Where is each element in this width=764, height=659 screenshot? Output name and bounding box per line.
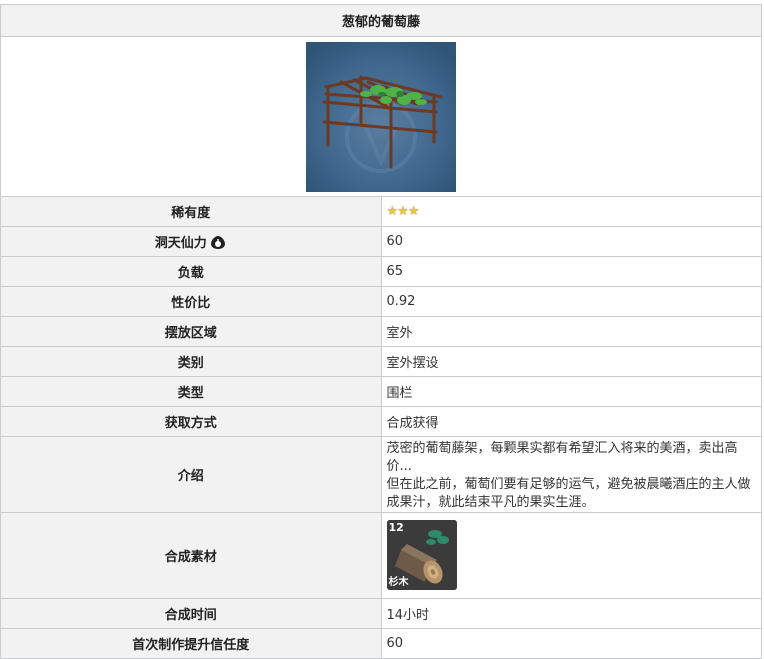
grape-trellis-image [306, 41, 456, 192]
craft-time-label: 合成时间 [0, 598, 382, 629]
placement-label: 摆放区域 [0, 316, 382, 347]
trust-label: 首次制作提升信任度 [0, 628, 382, 659]
source-label: 获取方式 [0, 406, 382, 437]
infobox-table: 葱郁的葡萄藤 稀有度 ★★★ 洞天仙力 60 负载 65 性价比 0.92 摆放… [0, 4, 762, 659]
materials-cell: 12 杉木 [380, 512, 762, 599]
materials-label: 合成素材 [0, 512, 382, 599]
material-count: 12 [388, 521, 404, 534]
load-value: 65 [380, 256, 762, 287]
adeptal-energy-value: 60 [380, 226, 762, 257]
trust-value: 60 [380, 628, 762, 659]
category-value: 室外摆设 [380, 346, 762, 377]
placement-value: 室外 [380, 316, 762, 347]
rarity-label: 稀有度 [0, 196, 382, 227]
load-label: 负载 [0, 256, 382, 287]
intro-line-1: 茂密的葡萄藤架，每颗果实都有希望汇入将来的美酒，卖出高价... [386, 441, 738, 474]
intro-text: 茂密的葡萄藤架，每颗果实都有希望汇入将来的美酒，卖出高价... 但在此之前，葡萄… [380, 436, 762, 513]
type-label: 类型 [0, 376, 382, 407]
material-fir-wood-card[interactable]: 12 杉木 [386, 520, 457, 590]
cost-ratio-label: 性价比 [0, 286, 382, 317]
intro-label: 介绍 [0, 436, 382, 513]
adeptal-energy-icon [210, 236, 225, 250]
adeptal-energy-label: 洞天仙力 [154, 235, 207, 251]
craft-time-value: 14小时 [380, 598, 762, 629]
category-label: 类别 [0, 346, 382, 377]
star-icon: ★ [407, 204, 420, 219]
item-infobox: 葱郁的葡萄藤 稀有度 ★★★ 洞天仙力 60 负载 65 性价比 0.92 摆放… [0, 4, 762, 659]
star-icon: ★ [397, 204, 409, 219]
type-value: 围栏 [380, 376, 762, 407]
cost-ratio-value: 0.92 [380, 286, 762, 317]
item-title: 葱郁的葡萄藤 [0, 4, 762, 37]
material-name: 杉木 [388, 577, 409, 588]
source-value: 合成获得 [380, 406, 762, 437]
star-icon: ★ [386, 204, 399, 219]
adeptal-energy-label-cell: 洞天仙力 [0, 226, 382, 257]
intro-line-2: 但在此之前，葡萄们要有足够的运气，避免被晨曦酒庄的主人做成果汁，就此结束平凡的果… [386, 477, 751, 510]
item-image-cell [0, 36, 762, 197]
rarity-stars: ★★★ [380, 196, 762, 227]
